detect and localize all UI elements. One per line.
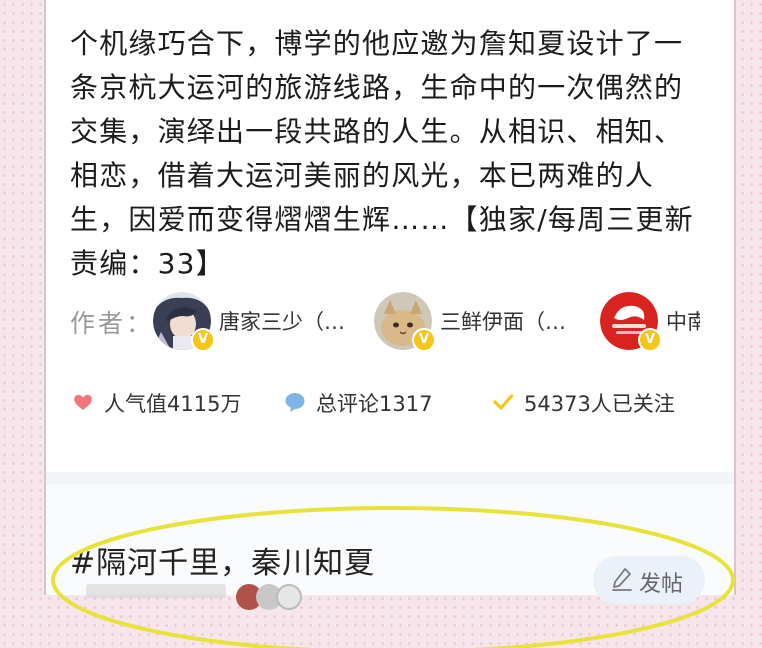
followers-text: 54373人已关注 (524, 392, 675, 416)
pen-icon (612, 568, 632, 591)
avatar-cat-icon: V (374, 292, 436, 352)
post-button-label: 发帖 (639, 572, 684, 597)
author-name: 中南 (666, 310, 700, 334)
author-name: 三鲜伊面（… (440, 310, 566, 334)
popularity-stat: 人气值4115万 (72, 386, 272, 418)
author-item-2[interactable]: V 三鲜伊面（… (374, 292, 604, 352)
author-item-3[interactable]: V 中南 (600, 292, 700, 352)
comic-description: 个机缘巧合下，博学的他应邀为詹知夏设计了一条京杭大运河的旅游线路，生命中的一次偶… (70, 27, 694, 280)
avatar-zhongnan-logo-icon: V (600, 292, 662, 352)
authors-row[interactable]: 作者： V 唐家三少（… V 三鲜伊面（… V 中南 (70, 292, 700, 352)
topic-title[interactable]: #隔河千里，秦川知夏 (70, 538, 375, 582)
heart-icon (74, 394, 92, 410)
verified-badge-icon: V (191, 328, 215, 352)
authors-label: 作者： (70, 309, 155, 338)
topic-subtext-placeholder (86, 584, 226, 598)
author-name: 唐家三少（… (219, 310, 345, 334)
frame-right-border (734, 0, 736, 595)
comments-text: 总评论1317 (316, 392, 433, 416)
verified-badge-icon: V (638, 328, 662, 352)
section-divider (46, 472, 734, 484)
author-item-1[interactable]: V 唐家三少（… (153, 292, 383, 352)
check-icon (493, 394, 514, 410)
followers-stat: 54373人已关注 (492, 386, 712, 418)
comment-bubble-icon (285, 393, 305, 412)
popularity-text: 人气值4115万 (104, 392, 242, 416)
comments-stat[interactable]: 总评论1317 (284, 386, 474, 418)
stats-row: 人气值4115万 总评论1317 54373人已关注 (72, 386, 702, 418)
topic-participant-avatars (236, 584, 356, 610)
avatar-anime-character-icon: V (153, 292, 215, 352)
verified-badge-icon: V (412, 328, 436, 352)
participant-avatar (276, 584, 302, 610)
post-button[interactable]: 发帖 (593, 556, 705, 604)
